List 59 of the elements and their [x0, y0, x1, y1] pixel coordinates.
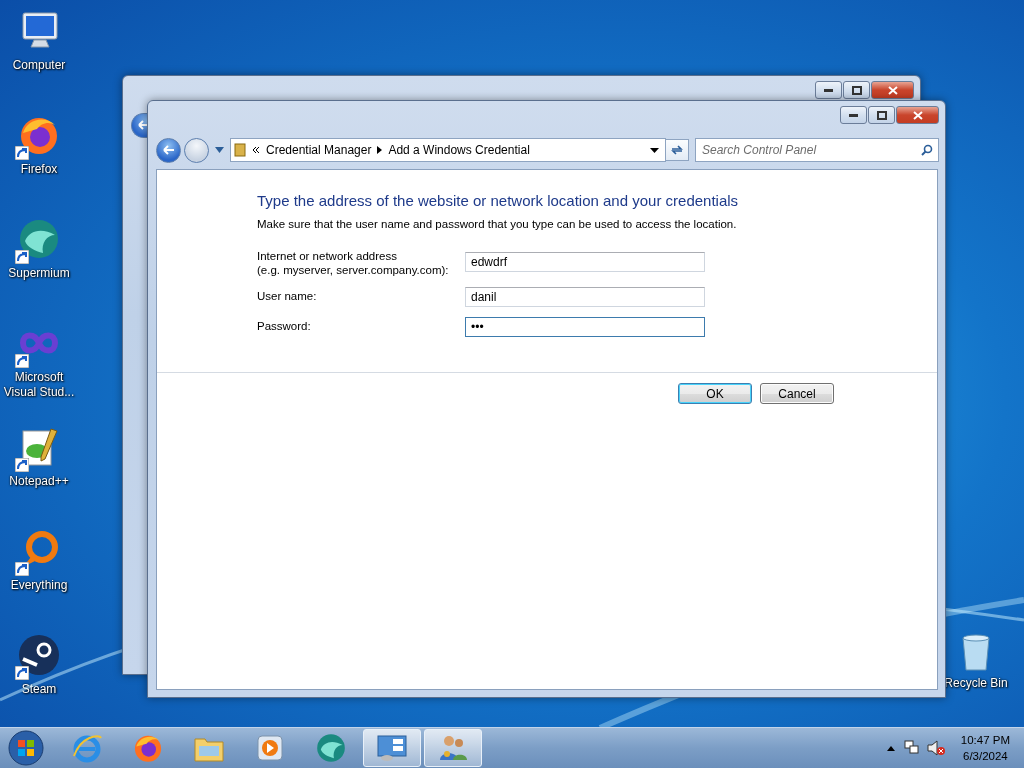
page-heading: Type the address of the website or network location and your credentials [257, 192, 740, 209]
desktop-icon-label[interactable]: Everything [10, 578, 68, 593]
maximize-button[interactable] [868, 106, 895, 124]
search-field[interactable]: Search Control Panel [695, 138, 939, 162]
address-bar[interactable]: Credential Manager Add a Windows Credential [230, 138, 666, 162]
windows-orb-icon [8, 730, 44, 766]
input-field[interactable]: ••• [465, 317, 705, 337]
forward-button[interactable] [184, 137, 209, 163]
dialog-button[interactable]: OK [678, 383, 752, 404]
left-arrow-icon [162, 145, 175, 155]
back-button[interactable] [131, 112, 147, 138]
dropdown-caret-icon[interactable] [650, 147, 659, 153]
instruction-text: Make sure that the user name and password that you type can be used to access the location. [257, 218, 738, 230]
taskbar-button[interactable] [363, 729, 421, 767]
clock-time[interactable]: 10:47 PM [960, 732, 1010, 748]
taskbar-button[interactable] [424, 729, 482, 767]
desktop-icon-label[interactable]: Steam [21, 682, 57, 697]
breadcrumb-item[interactable]: Add a Windows Credential [388, 143, 530, 157]
maximize-button[interactable] [843, 81, 870, 99]
refresh-arrows-icon [670, 144, 684, 156]
speaker-icon[interactable] [926, 740, 945, 756]
double-chevron-icon [252, 146, 260, 154]
maximize-icon [876, 110, 887, 120]
play-button-icon [255, 733, 285, 763]
control-panel-icon [375, 733, 409, 763]
desktop-icon-label[interactable]: Computer [12, 58, 66, 73]
desktop-icon-label[interactable]: Recycle Bin [944, 676, 1008, 691]
letter-e-globe-icon [71, 732, 103, 764]
close-button[interactable] [871, 81, 914, 99]
search-icon [921, 144, 933, 156]
clock-date[interactable]: 6/3/2024 [963, 748, 1008, 764]
desktop-icon-label[interactable]: Microsoft Visual Stud... [0, 370, 78, 400]
back-button[interactable] [156, 137, 181, 163]
network-icon[interactable] [902, 740, 919, 756]
orb-browser-icon [17, 217, 61, 261]
refresh-button[interactable] [665, 139, 689, 161]
chevron-right-icon [377, 146, 383, 154]
desktop-icon-label[interactable]: Notepad++ [9, 474, 69, 489]
field-label: Password: [257, 319, 312, 333]
minimize-button[interactable] [815, 81, 842, 99]
desktop-icon-label[interactable]: Supermium [8, 266, 70, 281]
minimize-button[interactable] [840, 106, 867, 124]
maximize-icon [851, 85, 862, 95]
minimize-icon [824, 88, 833, 92]
field-label: Internet or network address (e.g. myserver, server.company.com): [257, 249, 450, 277]
input-field[interactable]: edwdrf [465, 252, 705, 272]
close-icon [912, 110, 923, 120]
close-button[interactable] [896, 106, 939, 124]
input-field[interactable]: danil [465, 287, 705, 307]
orb-browser-icon [315, 732, 347, 764]
left-arrow-icon [137, 120, 147, 130]
breadcrumb-item[interactable]: Credential Manager [266, 143, 372, 157]
up-caret-icon[interactable] [886, 745, 895, 751]
close-icon [887, 85, 898, 95]
control-panel-icon [234, 143, 246, 157]
desktop-icon-label[interactable]: Firefox [20, 162, 58, 177]
dialog-button[interactable]: Cancel [760, 383, 834, 404]
field-label: User name: [257, 289, 318, 303]
minimize-icon [849, 113, 858, 117]
